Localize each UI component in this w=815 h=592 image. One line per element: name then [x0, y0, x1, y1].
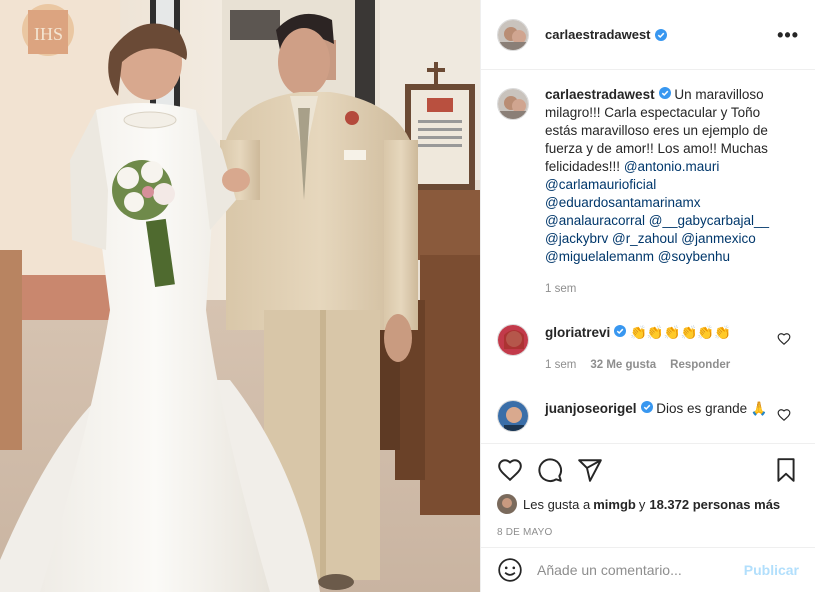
comment-item: juanjoseorigel Dios es grande 🙏: [497, 400, 799, 432]
action-icons-row: [497, 456, 799, 484]
commenter-username[interactable]: gloriatrevi: [545, 325, 610, 340]
commenter-avatar-image: [498, 401, 528, 431]
verified-badge-icon: [654, 28, 667, 41]
commenter-avatar[interactable]: [497, 324, 529, 356]
comment-text: Dios es grande 🙏: [656, 401, 768, 416]
likes-prefix: Les gusta a: [523, 496, 591, 512]
mention-link[interactable]: @soybenhu: [658, 249, 730, 264]
comment-text: 👏👏👏👏👏👏: [630, 325, 731, 340]
wedding-photo-illustration: IHS: [0, 0, 480, 592]
commenter-username[interactable]: juanjoseorigel: [545, 401, 637, 416]
verified-badge-icon: [614, 325, 627, 337]
mention-link[interactable]: @antonio.mauri: [624, 159, 720, 174]
author-username-wrap[interactable]: carlaestradawest: [545, 27, 667, 42]
caption-username[interactable]: carlaestradawest: [545, 87, 655, 102]
comment-body: gloriatrevi 👏👏👏👏👏👏 1 sem 32 Me gusta Res…: [545, 324, 775, 374]
mention-link[interactable]: @jackybrv: [545, 231, 608, 246]
caption-meta: 1 sem: [545, 280, 795, 298]
add-comment-bar: Publicar: [481, 547, 815, 592]
mention-link[interactable]: @analauracorral: [545, 213, 645, 228]
mention-link[interactable]: @janmexico: [681, 231, 755, 246]
mention-link[interactable]: @r_zahoul: [612, 231, 678, 246]
author-avatar-image: [498, 19, 528, 50]
likes-count[interactable]: 18.372 personas más: [649, 497, 780, 512]
liker-avatar-image: [497, 494, 517, 514]
liker-avatar[interactable]: [497, 494, 517, 514]
liker-username[interactable]: mimgb: [593, 497, 636, 512]
caption-time[interactable]: 1 sem: [545, 280, 576, 298]
comment-body: juanjoseorigel Dios es grande 🙏: [545, 400, 775, 432]
publish-button[interactable]: Publicar: [744, 562, 799, 578]
verified-badge-icon: [658, 87, 671, 99]
share-send-icon[interactable]: [577, 457, 603, 483]
mention-link[interactable]: @miguelalemanm: [545, 249, 654, 264]
likes-summary: Les gusta a mimgb y 18.372 personas más: [497, 494, 799, 514]
more-options-icon[interactable]: •••: [777, 26, 799, 44]
comment-item: gloriatrevi 👏👏👏👏👏👏 1 sem 32 Me gusta Res…: [497, 324, 799, 374]
svg-text:IHS: IHS: [34, 24, 63, 44]
author-username[interactable]: carlaestradawest: [545, 27, 651, 42]
like-heart-icon[interactable]: [497, 457, 523, 483]
like-comment-heart-icon[interactable]: [777, 408, 791, 422]
comment-input[interactable]: [537, 562, 732, 578]
caption: carlaestradawest Un maravilloso milagro!…: [497, 86, 799, 298]
emoji-smiley-icon[interactable]: [497, 557, 523, 583]
mention-link[interactable]: @__gabycarbajal__: [649, 213, 769, 228]
caption-body: carlaestradawest Un maravilloso milagro!…: [545, 86, 795, 298]
comment-meta: 1 sem 32 Me gusta Responder: [545, 356, 775, 374]
comment-time[interactable]: 1 sem: [545, 356, 576, 374]
commenter-avatar[interactable]: [497, 400, 529, 432]
likes-joiner: y: [638, 496, 646, 512]
reply-button[interactable]: Responder: [670, 356, 730, 374]
comment-likes[interactable]: 32 Me gusta: [590, 356, 656, 374]
caption-avatar-image: [498, 89, 528, 119]
like-comment-heart-icon[interactable]: [777, 332, 791, 346]
author-avatar[interactable]: [497, 18, 529, 51]
post-date[interactable]: 8 DE MAYO: [497, 527, 799, 538]
post-side-panel: carlaestradawest ••• carlaestradawest Un…: [480, 0, 815, 592]
post-photo[interactable]: IHS: [0, 0, 480, 592]
post-header: carlaestradawest •••: [481, 0, 815, 70]
mention-link[interactable]: @carlamaurioficial: [545, 177, 656, 192]
post-actions: Les gusta a mimgb y 18.372 personas más …: [481, 443, 815, 547]
comments-section: carlaestradawest Un maravilloso milagro!…: [481, 70, 815, 443]
save-bookmark-icon[interactable]: [773, 457, 799, 483]
commenter-avatar-image: [498, 325, 528, 355]
mention-link[interactable]: @eduardosantamarinamx: [545, 195, 701, 210]
caption-avatar[interactable]: [497, 88, 529, 120]
verified-badge-icon: [640, 401, 653, 413]
comment-bubble-icon[interactable]: [537, 457, 563, 483]
